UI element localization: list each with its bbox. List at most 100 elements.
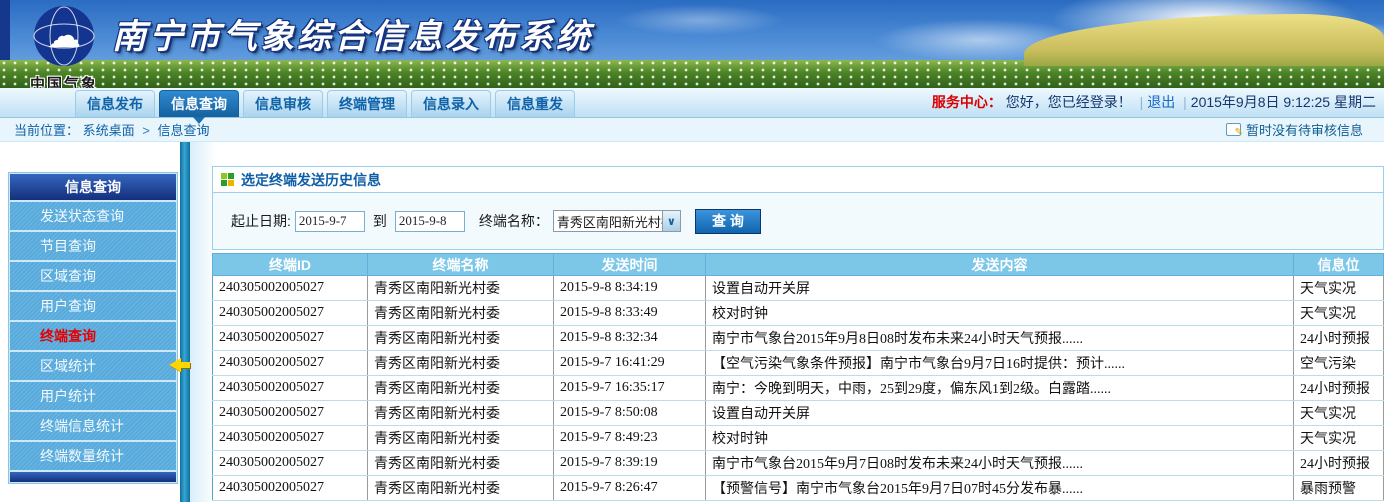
cma-logo: ☁ 中国气象 xyxy=(14,2,114,88)
sidebar-item-8[interactable]: 终端信息统计 xyxy=(10,412,176,440)
select-dropdown-arrow-icon[interactable]: ∨ xyxy=(662,211,680,231)
sidebar-items: 发送状态查询节目查询区域查询用户查询终端查询区域统计用户统计终端信息统计终端数量… xyxy=(10,202,176,470)
table-row: 240305002005027青秀区南阳新光村委2015-9-7 8:49:23… xyxy=(213,426,1384,451)
table-cell: 2015-9-7 16:35:17 xyxy=(554,376,706,401)
breadcrumb-separator: > xyxy=(138,123,154,138)
nav-tab-3[interactable]: 信息审核 xyxy=(243,90,323,117)
query-panel: 选定终端发送历史信息 起止日期: 到 终端名称： 青秀区南阳新光村委 ∨ 查 询 xyxy=(212,166,1384,250)
table-cell: 24小时预报 xyxy=(1294,326,1384,351)
sidebar-item-3[interactable]: 区域查询 xyxy=(10,262,176,290)
table-cell: 南宁市气象台2015年9月7日08时发布未来24小时天气预报...... xyxy=(706,451,1294,476)
date-range-label: 起止日期: xyxy=(231,211,291,231)
table-row: 240305002005027青秀区南阳新光村委2015-9-7 8:39:19… xyxy=(213,451,1384,476)
table-row: 240305002005027青秀区南阳新光村委2015-9-8 8:34:19… xyxy=(213,276,1384,301)
separator: | xyxy=(1179,94,1191,110)
table-cell: 青秀区南阳新光村委 xyxy=(368,376,554,401)
nav-tab-1[interactable]: 信息发布 xyxy=(75,90,155,117)
table-row: 240305002005027青秀区南阳新光村委2015-9-8 8:32:34… xyxy=(213,326,1384,351)
sidebar-splitter-bar[interactable] xyxy=(180,142,190,502)
table-cell: 天气实况 xyxy=(1294,276,1384,301)
main-navbar: 信息发布信息查询信息审核终端管理信息录入信息重发 服务中心： 您好，您已经登录！… xyxy=(0,88,1384,118)
table-cell: 青秀区南阳新光村委 xyxy=(368,276,554,301)
table-cell: 【空气污染气象条件预报】南宁市气象台9月7日16时提供：预计...... xyxy=(706,351,1294,376)
table-row: 240305002005027青秀区南阳新光村委2015-9-8 8:33:49… xyxy=(213,301,1384,326)
logout-link[interactable]: 退出 xyxy=(1147,94,1175,110)
datetime-text: 2015年9月8日 9:12:25 星期二 xyxy=(1191,94,1376,110)
column-header-4: 发送内容 xyxy=(706,254,1294,276)
service-center-label: 服务中心： xyxy=(932,94,1002,110)
table-cell: 240305002005027 xyxy=(213,451,368,476)
column-header-5: 信息位 xyxy=(1294,254,1384,276)
terminal-select[interactable]: 青秀区南阳新光村委 ∨ xyxy=(553,210,681,232)
sidebar-collapse-arrow-icon[interactable] xyxy=(169,358,181,372)
table-cell: 240305002005027 xyxy=(213,351,368,376)
nav-tabs: 信息发布信息查询信息审核终端管理信息录入信息重发 xyxy=(75,90,575,117)
to-label: 到 xyxy=(373,211,387,231)
grid-squares-icon xyxy=(221,173,234,186)
date-from-input[interactable] xyxy=(295,211,365,232)
nav-tab-6[interactable]: 信息重发 xyxy=(495,90,575,117)
table-cell: 空气污染 xyxy=(1294,351,1384,376)
header-hill xyxy=(1024,14,1384,66)
table-cell: 240305002005027 xyxy=(213,426,368,451)
table-row: 240305002005027青秀区南阳新光村委2015-9-7 8:26:47… xyxy=(213,476,1384,501)
table-cell: 2015-9-7 8:49:23 xyxy=(554,426,706,451)
table-cell: 天气实况 xyxy=(1294,301,1384,326)
history-table: 终端ID终端名称发送时间发送内容信息位 240305002005027青秀区南阳… xyxy=(212,253,1384,501)
table-cell: 青秀区南阳新光村委 xyxy=(368,426,554,451)
table-cell: 设置自动开关屏 xyxy=(706,401,1294,426)
terminal-select-value: 青秀区南阳新光村委 xyxy=(554,212,662,231)
table-cell: 2015-9-7 8:50:08 xyxy=(554,401,706,426)
sidebar-item-6[interactable]: 区域统计 xyxy=(10,352,176,380)
sidebar-item-7[interactable]: 用户统计 xyxy=(10,382,176,410)
sidebar-item-1[interactable]: 发送状态查询 xyxy=(10,202,176,230)
table-row: 240305002005027青秀区南阳新光村委2015-9-7 8:50:08… xyxy=(213,401,1384,426)
table-cell: 青秀区南阳新光村委 xyxy=(368,301,554,326)
table-cell: 校对时钟 xyxy=(706,426,1294,451)
table-header-row: 终端ID终端名称发送时间发送内容信息位 xyxy=(213,254,1384,276)
sidebar-item-4[interactable]: 用户查询 xyxy=(10,292,176,320)
table-cell: 2015-9-7 8:39:19 xyxy=(554,451,706,476)
date-to-input[interactable] xyxy=(395,211,465,232)
cma-cloud-logo-icon: ☁ xyxy=(32,4,96,68)
table-cell: 南宁：今晚到明天，中雨，25到29度，偏东风1到2级。白露踏...... xyxy=(706,376,1294,401)
greeting-text: 您好，您已经登录！ xyxy=(1006,94,1132,110)
table-cell: 240305002005027 xyxy=(213,401,368,426)
table-cell: 240305002005027 xyxy=(213,326,368,351)
table-row: 240305002005027青秀区南阳新光村委2015-9-7 16:41:2… xyxy=(213,351,1384,376)
sidebar-item-2[interactable]: 节目查询 xyxy=(10,232,176,260)
table-cell: 24小时预报 xyxy=(1294,451,1384,476)
table-cell: 240305002005027 xyxy=(213,376,368,401)
breadcrumb-bar: 当前位置： 系统桌面 > 信息查询 ✎ 暂时没有待审核信息 xyxy=(0,118,1384,142)
logo-caption: 中国气象 xyxy=(14,73,114,88)
column-header-3: 发送时间 xyxy=(554,254,706,276)
nav-user-info: 服务中心： 您好，您已经登录！ |退出 |2015年9月8日 9:12:25 星… xyxy=(932,92,1384,117)
table-cell: 【预警信号】南宁市气象台2015年9月7日07时45分发布暴...... xyxy=(706,476,1294,501)
table-row: 240305002005027青秀区南阳新光村委2015-9-7 16:35:1… xyxy=(213,376,1384,401)
breadcrumb-current: 信息查询 xyxy=(158,123,210,138)
table-cell: 2015-9-8 8:34:19 xyxy=(554,276,706,301)
sidebar-item-9[interactable]: 终端数量统计 xyxy=(10,442,176,470)
nav-tab-4[interactable]: 终端管理 xyxy=(327,90,407,117)
sidebar-title: 信息查询 xyxy=(10,174,176,200)
sidebar-menu: 信息查询 发送状态查询节目查询区域查询用户查询终端查询区域统计用户统计终端信息统… xyxy=(8,172,178,484)
table-cell: 2015-9-7 8:26:47 xyxy=(554,476,706,501)
breadcrumb-root[interactable]: 系统桌面 xyxy=(83,123,135,138)
nav-tab-2[interactable]: 信息查询 xyxy=(159,90,239,117)
table-cell: 青秀区南阳新光村委 xyxy=(368,451,554,476)
table-cell: 2015-9-7 16:41:29 xyxy=(554,351,706,376)
column-header-1: 终端ID xyxy=(213,254,368,276)
audit-notice-text: 暂时没有待审核信息 xyxy=(1246,120,1363,139)
table-cell: 南宁市气象台2015年9月8日08时发布未来24小时天气预报...... xyxy=(706,326,1294,351)
query-button[interactable]: 查 询 xyxy=(695,209,761,234)
sidebar-item-5[interactable]: 终端查询 xyxy=(10,322,176,350)
panel-title: 选定终端发送历史信息 xyxy=(241,170,381,190)
table-cell: 天气实况 xyxy=(1294,401,1384,426)
table-cell: 24小时预报 xyxy=(1294,376,1384,401)
terminal-name-label: 终端名称： xyxy=(479,211,549,231)
document-edit-icon: ✎ xyxy=(1226,123,1241,136)
table-cell: 天气实况 xyxy=(1294,426,1384,451)
panel-title-row: 选定终端发送历史信息 xyxy=(213,167,1383,193)
nav-tab-5[interactable]: 信息录入 xyxy=(411,90,491,117)
table-cell: 青秀区南阳新光村委 xyxy=(368,351,554,376)
